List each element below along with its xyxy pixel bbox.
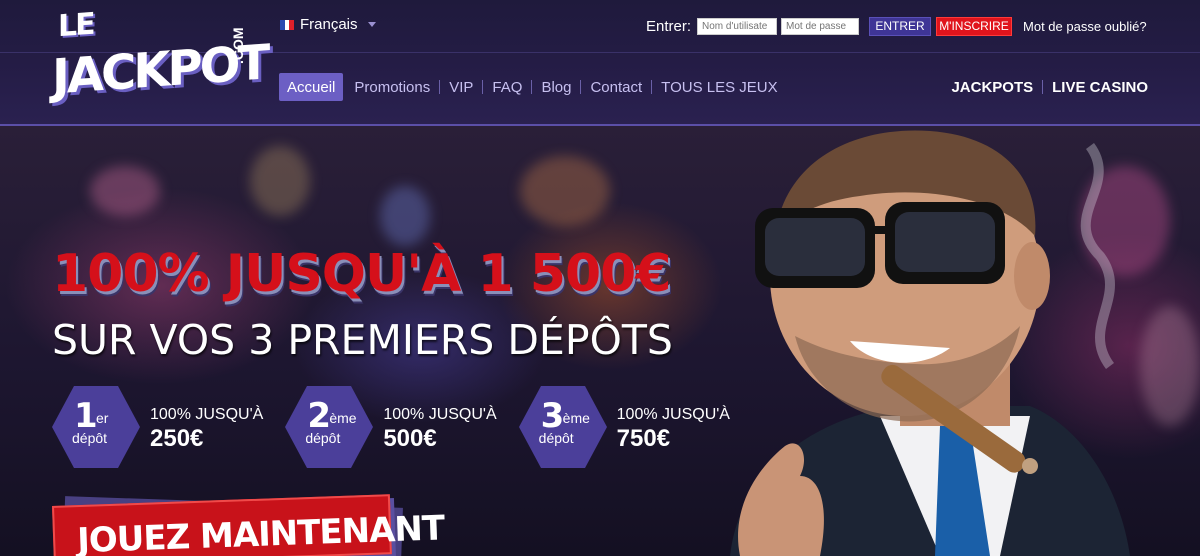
- chevron-down-icon: [367, 22, 376, 27]
- bokeh-light: [1140, 306, 1200, 426]
- deposit-offer: 2 ème dépôt 100% JUSQU'À 500€: [285, 386, 497, 468]
- nav-item-blog[interactable]: Blog: [532, 73, 580, 101]
- deposit-suffix: ème: [562, 410, 590, 426]
- login-form: Entrer: ENTRER M'INSCRIRE Mot de passe o…: [646, 16, 1147, 36]
- deposit-offers: 1 er dépôt 100% JUSQU'À 250€ 2 ème dépôt…: [52, 386, 752, 468]
- language-selector[interactable]: Français: [280, 16, 376, 33]
- flag-fr-icon: [280, 19, 295, 30]
- hero-banner[interactable]: 100% JUSQU'À 1 500€ SUR VOS 3 PREMIERS D…: [0, 126, 1200, 556]
- enter-button[interactable]: ENTRER: [869, 16, 932, 36]
- deposit-line: 100% JUSQU'À: [150, 406, 264, 423]
- deposit-offer: 1 er dépôt 100% JUSQU'À 250€: [52, 386, 263, 468]
- deposit-suffix: ème: [329, 410, 357, 426]
- bokeh-light: [250, 146, 310, 216]
- deposit-word: dépôt: [538, 430, 574, 446]
- secondary-nav: JACKPOTS LIVE CASINO: [942, 73, 1148, 101]
- nav-item-live-casino[interactable]: LIVE CASINO: [1043, 73, 1148, 101]
- register-button[interactable]: M'INSCRIRE: [936, 16, 1013, 36]
- password-input[interactable]: [781, 17, 860, 35]
- username-input[interactable]: [697, 17, 778, 35]
- deposit-amount: 750€: [616, 425, 671, 452]
- forgot-password-link[interactable]: Mot de passe oublié?: [1023, 19, 1147, 34]
- deposit-hexagon: 3 ème dépôt: [518, 386, 607, 468]
- login-label: Entrer:: [646, 17, 692, 35]
- deposit-word: dépôt: [305, 430, 341, 446]
- deposit-line: 100% JUSQU'À: [616, 406, 730, 423]
- site-header: LE JACKPOT .COM Français Entrer: ENTRER …: [0, 0, 1200, 126]
- deposit-amount: 250€: [150, 425, 204, 452]
- hero-man-image: [730, 130, 1130, 556]
- play-now-button[interactable]: JOUEZ MAINTENANT: [52, 494, 445, 556]
- logo-com: .COM: [230, 27, 246, 64]
- hero-subline: SUR VOS 3 PREMIERS DÉPÔTS: [52, 316, 673, 364]
- site-logo[interactable]: LE JACKPOT .COM: [52, 6, 267, 118]
- deposit-offer: 3 ème dépôt 100% JUSQU'À 750€: [518, 386, 730, 468]
- deposit-hexagon: 2 ème dépôt: [285, 386, 374, 468]
- bokeh-light: [380, 186, 430, 246]
- deposit-amount: 500€: [383, 425, 437, 452]
- hero-headline: 100% JUSQU'À 1 500€: [52, 244, 671, 304]
- nav-item-contact[interactable]: Contact: [581, 73, 651, 101]
- main-nav: Accueil Promotions VIP FAQ Blog Contact …: [279, 73, 787, 101]
- deposit-line: 100% JUSQU'À: [383, 406, 497, 423]
- deposit-suffix: er: [96, 410, 109, 426]
- nav-item-faq[interactable]: FAQ: [483, 73, 531, 101]
- deposit-hexagon: 1 er dépôt: [52, 386, 140, 468]
- bokeh-light: [90, 166, 160, 216]
- play-now-label: JOUEZ MAINTENANT: [76, 508, 445, 556]
- nav-item-jackpots[interactable]: JACKPOTS: [942, 73, 1042, 101]
- deposit-word: dépôt: [72, 430, 108, 446]
- language-label: Français: [300, 16, 358, 33]
- nav-item-tous-les-jeux[interactable]: TOUS LES JEUX: [652, 73, 786, 101]
- nav-item-promotions[interactable]: Promotions: [345, 73, 439, 101]
- nav-item-accueil[interactable]: Accueil: [279, 73, 344, 101]
- logo-le: LE: [58, 6, 94, 45]
- bokeh-light: [520, 156, 610, 226]
- nav-item-vip[interactable]: VIP: [440, 73, 482, 101]
